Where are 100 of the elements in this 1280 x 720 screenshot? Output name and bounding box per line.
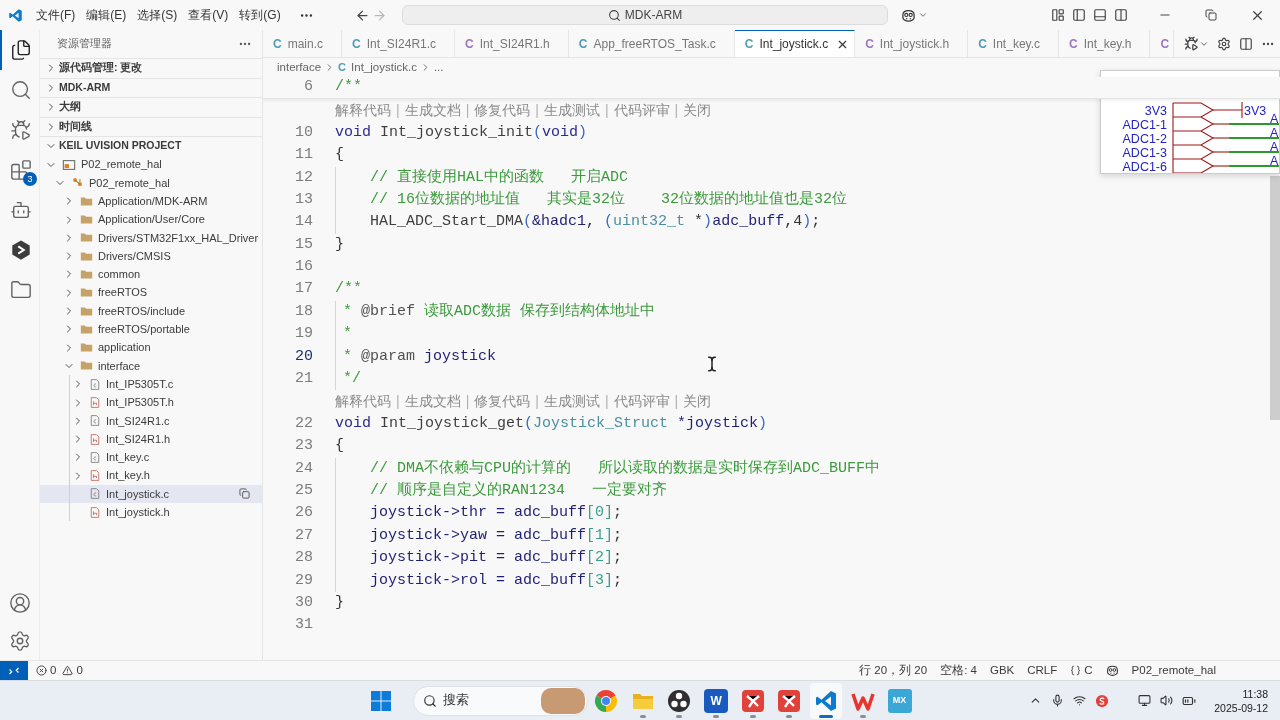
menu-item[interactable]: 选择(S) bbox=[137, 7, 178, 23]
status-item[interactable]: GBK bbox=[989, 661, 1015, 680]
line-number: 17 bbox=[294, 279, 313, 300]
code-line: { bbox=[335, 145, 344, 166]
tree-item[interactable]: freeRTOS/include bbox=[40, 301, 262, 321]
menu-item[interactable]: 文件(F) bbox=[36, 7, 76, 23]
panel-toggle-icon[interactable] bbox=[1093, 8, 1107, 22]
split-editor-icon[interactable] bbox=[1239, 36, 1253, 51]
line-number: 10 bbox=[294, 122, 313, 143]
remote-button[interactable] bbox=[0, 661, 28, 680]
status-item[interactable]: 行 20，列 20 bbox=[859, 661, 928, 680]
editor-tab[interactable]: C bbox=[1150, 30, 1175, 57]
line-number: 26 bbox=[294, 503, 313, 524]
clock-button[interactable]: 11:38 2025-09-12 bbox=[1214, 686, 1268, 715]
language-button[interactable]: C bbox=[1070, 661, 1093, 680]
tree-item[interactable]: P02_remote_hal bbox=[40, 155, 262, 174]
tree-item[interactable]: Int_key.c bbox=[40, 448, 262, 467]
tree-item[interactable]: interface bbox=[40, 356, 262, 376]
tree-item[interactable]: Int_joystick.h bbox=[40, 503, 262, 522]
menu-item[interactable]: 编辑(E) bbox=[86, 7, 127, 23]
run-menu-button[interactable] bbox=[1184, 36, 1209, 51]
split-view-icon[interactable] bbox=[1114, 8, 1128, 22]
settings-icon[interactable] bbox=[1217, 36, 1231, 51]
section-header[interactable]: MDK-ARM bbox=[40, 78, 262, 97]
menu-item[interactable]: 转到(G) bbox=[239, 7, 281, 23]
speaker-icon[interactable] bbox=[1160, 694, 1174, 707]
pin-label: ADC1-2 bbox=[1122, 131, 1167, 146]
codelens-separator: | bbox=[604, 392, 609, 412]
breadcrumb-item[interactable]: C Int_joystick.c bbox=[338, 58, 417, 77]
goggles-icon[interactable] bbox=[1105, 664, 1119, 677]
breadcrumb-item[interactable]: interface bbox=[277, 58, 322, 77]
problems-button[interactable]: 0 0 bbox=[35, 661, 84, 680]
status-item[interactable]: 空格: 4 bbox=[940, 661, 977, 680]
section-header[interactable]: KEIL UVISION PROJECT bbox=[40, 137, 262, 156]
folder-icon bbox=[80, 213, 93, 227]
file-icon bbox=[89, 432, 101, 446]
copy-icon[interactable] bbox=[239, 488, 250, 500]
files-icon bbox=[10, 39, 32, 61]
account-icon bbox=[9, 592, 31, 614]
editor-tab[interactable]: C Int_SI24R1.h bbox=[455, 30, 569, 57]
circle-logo-icon bbox=[594, 688, 618, 713]
code-line: // 直接使用HAL中的函数 开启ADC bbox=[370, 167, 629, 188]
search-input[interactable]: 搜索 bbox=[443, 691, 533, 710]
tree-item[interactable]: Int_key.h bbox=[40, 466, 262, 485]
sidebar-toggle-icon[interactable] bbox=[1072, 8, 1086, 22]
editor-tab[interactable]: C Int_key.h bbox=[1059, 30, 1151, 57]
monitor-icon[interactable] bbox=[1138, 694, 1152, 707]
line-number: 29 bbox=[294, 570, 313, 591]
tree-item[interactable]: Drivers/CMSIS bbox=[40, 247, 262, 266]
status-item[interactable]: P02_remote_hal bbox=[1131, 661, 1216, 680]
editor-tab[interactable]: C Int_joystick.h bbox=[855, 30, 969, 57]
editor-tab[interactable]: C Int_key.c bbox=[968, 30, 1059, 57]
tree-item[interactable]: Int_SI24R1.c bbox=[40, 411, 262, 430]
section-header[interactable]: 大纲 bbox=[40, 98, 262, 117]
code-line: joystick->pit = adc_buff[2]; bbox=[370, 548, 623, 569]
taskbar-search-field[interactable]: 搜索 bbox=[413, 685, 588, 716]
file-type-icon: C bbox=[273, 34, 282, 53]
layout-icon[interactable] bbox=[1051, 8, 1065, 22]
tree-item[interactable]: Application/User/Core bbox=[40, 210, 262, 229]
tree-item[interactable]: Int_SI24R1.h bbox=[40, 429, 262, 449]
net-label: A bbox=[1270, 154, 1279, 168]
breadcrumb-item[interactable]: ... bbox=[433, 58, 444, 77]
tree-item[interactable]: Int_IP5305T.h bbox=[40, 393, 262, 412]
status-item[interactable]: CRLF bbox=[1027, 661, 1058, 680]
editor-tab[interactable]: C App_freeRTOS_Task.c bbox=[568, 30, 735, 57]
section-header[interactable]: 时间线 bbox=[40, 117, 262, 136]
tree-item[interactable]: Drivers/STM32F1xx_HAL_Driver bbox=[40, 228, 262, 247]
menu-item[interactable]: 查看(V) bbox=[188, 7, 229, 23]
back-arrow-icon[interactable] bbox=[355, 7, 370, 23]
tree-item[interactable]: P02_remote_hal bbox=[40, 173, 262, 193]
wifi-icon[interactable] bbox=[1073, 694, 1087, 707]
file-type-icon: C bbox=[1069, 34, 1078, 53]
activity-bar-item[interactable]: 3 bbox=[0, 150, 40, 190]
tree-item[interactable]: freeRTOS bbox=[40, 283, 262, 302]
tree-item[interactable]: application bbox=[40, 338, 262, 357]
tree-item[interactable]: freeRTOS/portable bbox=[40, 320, 262, 339]
input-method-icon[interactable] bbox=[1095, 693, 1110, 708]
code-line: void Int_joystick_init(void) bbox=[335, 122, 588, 143]
code-line: joystick->yaw = adc_buff[1]; bbox=[370, 525, 623, 546]
microphone-icon[interactable] bbox=[1051, 694, 1065, 707]
codelens-separator: | bbox=[535, 392, 539, 412]
code-editor-icon bbox=[814, 688, 839, 713]
taskbar-app[interactable]: W bbox=[700, 682, 733, 719]
start-button[interactable] bbox=[369, 688, 393, 713]
robot-icon bbox=[10, 199, 32, 221]
file-type-icon: C bbox=[978, 34, 987, 53]
section-header[interactable]: 源代码管理: 更改 bbox=[40, 59, 262, 78]
tree-item[interactable]: Int_joystick.c bbox=[40, 484, 262, 504]
editor-tab[interactable]: C Int_SI24R1.c bbox=[342, 30, 456, 57]
editor-tab[interactable]: C Int_joystick.c bbox=[734, 30, 856, 57]
file-type-icon: C bbox=[352, 34, 361, 53]
tree-item[interactable]: common bbox=[40, 265, 262, 284]
tree-item[interactable]: Int_IP5305T.c bbox=[40, 375, 262, 394]
line-number: 16 bbox=[294, 257, 313, 278]
command-search-field[interactable]: MDK-ARM bbox=[402, 5, 888, 25]
code-line: } bbox=[335, 592, 344, 613]
tree-item[interactable]: Application/MDK-ARM bbox=[40, 192, 262, 211]
code-line: * @param joystick bbox=[343, 346, 497, 367]
editor-tab[interactable]: C main.c bbox=[263, 30, 342, 57]
goggles-icon bbox=[901, 7, 916, 23]
